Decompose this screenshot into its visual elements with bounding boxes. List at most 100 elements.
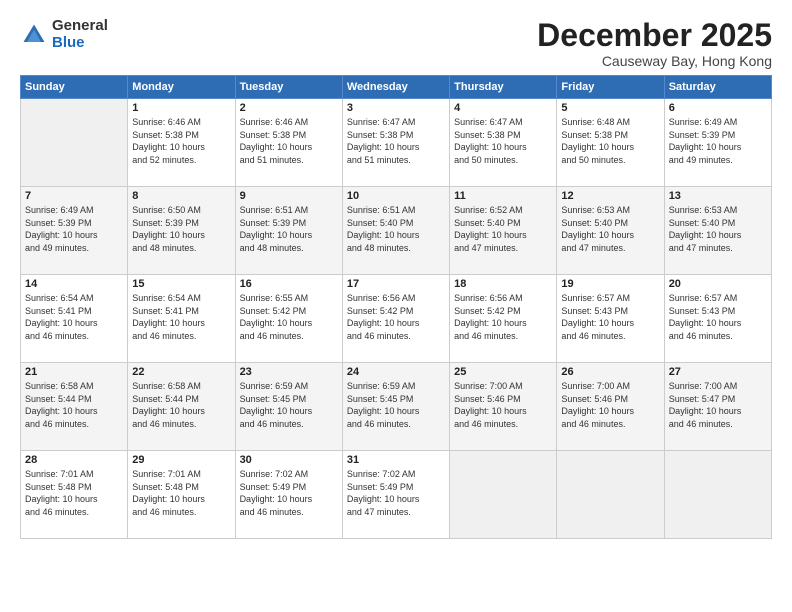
title-block: December 2025 Causeway Bay, Hong Kong [537, 18, 772, 69]
day-number: 31 [347, 454, 445, 466]
calendar-cell: 12 Sunrise: 6:53 AMSunset: 5:40 PMDayligh… [557, 187, 664, 275]
day-number: 8 [132, 190, 230, 202]
calendar-cell: 20 Sunrise: 6:57 AMSunset: 5:43 PMDayligh… [664, 275, 771, 363]
calendar-cell [450, 451, 557, 539]
calendar-cell: 19Sunrise: 6:57 AMSunset: 5:43 PMDayligh… [557, 275, 664, 363]
calendar-cell: 6Sunrise: 6:49 AMSunset: 5:39 PMDaylight… [664, 99, 771, 187]
day-info: Sunrise: 6:49 AMSunset: 5:39 PMDaylight:… [669, 116, 767, 166]
logo: General Blue [20, 18, 108, 51]
day-info: Sunrise: 6:49 AMSunset: 5:39 PMDaylight:… [25, 204, 123, 254]
calendar-table: SundayMondayTuesdayWednesdayThursdayFrid… [20, 75, 772, 539]
calendar-cell: 1 Sunrise: 6:46 AMSunset: 5:38 PMDaylight… [128, 99, 235, 187]
day-info: Sunrise: 7:00 AMSunset: 5:46 PMDaylight:… [561, 380, 659, 430]
day-number: 14 [25, 278, 123, 290]
day-info: Sunrise: 6:48 AMSunset: 5:38 PMDaylight:… [561, 116, 659, 166]
day-number: 4 [454, 102, 552, 114]
calendar-cell: 13Sunrise: 6:53 AMSunset: 5:40 PMDayligh… [664, 187, 771, 275]
header-day-wednesday: Wednesday [342, 76, 449, 99]
calendar-cell: 28Sunrise: 7:01 AMSunset: 5:48 PMDayligh… [21, 451, 128, 539]
day-number: 17 [347, 278, 445, 290]
logo-icon [20, 21, 48, 49]
day-number: 15 [132, 278, 230, 290]
day-info: Sunrise: 7:00 AMSunset: 5:47 PMDaylight:… [669, 380, 767, 430]
day-info: Sunrise: 6:47 AMSunset: 5:38 PMDaylight:… [454, 116, 552, 166]
day-info: Sunrise: 6:46 AMSunset: 5:38 PMDaylight:… [132, 116, 230, 166]
day-info: Sunrise: 6:59 AMSunset: 5:45 PMDaylight:… [240, 380, 338, 430]
month-title: December 2025 [537, 18, 772, 53]
calendar-cell: 26 Sunrise: 7:00 AMSunset: 5:46 PMDayligh… [557, 363, 664, 451]
header-day-sunday: Sunday [21, 76, 128, 99]
calendar-cell: 23 Sunrise: 6:59 AMSunset: 5:45 PMDayligh… [235, 363, 342, 451]
day-info: Sunrise: 6:57 AMSunset: 5:43 PMDaylight:… [669, 292, 767, 342]
calendar-cell: 25 Sunrise: 7:00 AMSunset: 5:46 PMDayligh… [450, 363, 557, 451]
day-number: 30 [240, 454, 338, 466]
day-info: Sunrise: 6:47 AMSunset: 5:38 PMDaylight:… [347, 116, 445, 166]
day-info: Sunrise: 6:56 AMSunset: 5:42 PMDaylight:… [347, 292, 445, 342]
day-info: Sunrise: 7:02 AMSunset: 5:49 PMDaylight:… [240, 468, 338, 518]
day-info: Sunrise: 6:46 AMSunset: 5:38 PMDaylight:… [240, 116, 338, 166]
day-info: Sunrise: 6:58 AMSunset: 5:44 PMDaylight:… [25, 380, 123, 430]
day-number: 21 [25, 366, 123, 378]
week-row-0: 1 Sunrise: 6:46 AMSunset: 5:38 PMDaylight… [21, 99, 772, 187]
day-number: 1 [132, 102, 230, 114]
page: General Blue December 2025 Causeway Bay,… [0, 0, 792, 612]
day-info: Sunrise: 6:55 AMSunset: 5:42 PMDaylight:… [240, 292, 338, 342]
calendar-cell: 3 Sunrise: 6:47 AMSunset: 5:38 PMDaylight… [342, 99, 449, 187]
calendar-cell [557, 451, 664, 539]
week-row-2: 14 Sunrise: 6:54 AMSunset: 5:41 PMDayligh… [21, 275, 772, 363]
calendar-cell: 15 Sunrise: 6:54 AMSunset: 5:41 PMDayligh… [128, 275, 235, 363]
calendar-cell: 24Sunrise: 6:59 AMSunset: 5:45 PMDayligh… [342, 363, 449, 451]
day-number: 5 [561, 102, 659, 114]
header-day-thursday: Thursday [450, 76, 557, 99]
day-number: 25 [454, 366, 552, 378]
day-number: 18 [454, 278, 552, 290]
day-info: Sunrise: 6:56 AMSunset: 5:42 PMDaylight:… [454, 292, 552, 342]
calendar-cell: 10 Sunrise: 6:51 AMSunset: 5:40 PMDayligh… [342, 187, 449, 275]
day-number: 3 [347, 102, 445, 114]
day-info: Sunrise: 6:50 AMSunset: 5:39 PMDaylight:… [132, 204, 230, 254]
day-number: 20 [669, 278, 767, 290]
calendar-header: SundayMondayTuesdayWednesdayThursdayFrid… [21, 76, 772, 99]
day-info: Sunrise: 7:01 AMSunset: 5:48 PMDaylight:… [132, 468, 230, 518]
day-info: Sunrise: 7:00 AMSunset: 5:46 PMDaylight:… [454, 380, 552, 430]
header-day-friday: Friday [557, 76, 664, 99]
header-day-saturday: Saturday [664, 76, 771, 99]
day-number: 23 [240, 366, 338, 378]
calendar-cell: 30 Sunrise: 7:02 AMSunset: 5:49 PMDayligh… [235, 451, 342, 539]
calendar-cell: 9Sunrise: 6:51 AMSunset: 5:39 PMDaylight… [235, 187, 342, 275]
logo-general: General [52, 18, 108, 35]
day-info: Sunrise: 6:52 AMSunset: 5:40 PMDaylight:… [454, 204, 552, 254]
day-info: Sunrise: 7:01 AMSunset: 5:48 PMDaylight:… [25, 468, 123, 518]
calendar-cell: 16Sunrise: 6:55 AMSunset: 5:42 PMDayligh… [235, 275, 342, 363]
day-number: 29 [132, 454, 230, 466]
logo-blue: Blue [52, 35, 108, 52]
day-info: Sunrise: 6:51 AMSunset: 5:39 PMDaylight:… [240, 204, 338, 254]
calendar-cell: 17 Sunrise: 6:56 AMSunset: 5:42 PMDayligh… [342, 275, 449, 363]
calendar-body: 1 Sunrise: 6:46 AMSunset: 5:38 PMDaylight… [21, 99, 772, 539]
calendar-cell: 21 Sunrise: 6:58 AMSunset: 5:44 PMDayligh… [21, 363, 128, 451]
header-day-monday: Monday [128, 76, 235, 99]
day-number: 12 [561, 190, 659, 202]
day-number: 2 [240, 102, 338, 114]
day-info: Sunrise: 6:51 AMSunset: 5:40 PMDaylight:… [347, 204, 445, 254]
day-number: 10 [347, 190, 445, 202]
day-info: Sunrise: 6:54 AMSunset: 5:41 PMDaylight:… [132, 292, 230, 342]
day-info: Sunrise: 7:02 AMSunset: 5:49 PMDaylight:… [347, 468, 445, 518]
calendar-cell: 27Sunrise: 7:00 AMSunset: 5:47 PMDayligh… [664, 363, 771, 451]
calendar-cell: 31 Sunrise: 7:02 AMSunset: 5:49 PMDayligh… [342, 451, 449, 539]
calendar-cell: 2 Sunrise: 6:46 AMSunset: 5:38 PMDaylight… [235, 99, 342, 187]
calendar-cell [664, 451, 771, 539]
day-number: 19 [561, 278, 659, 290]
day-number: 7 [25, 190, 123, 202]
calendar-cell: 7 Sunrise: 6:49 AMSunset: 5:39 PMDaylight… [21, 187, 128, 275]
calendar-cell [21, 99, 128, 187]
calendar-cell: 5 Sunrise: 6:48 AMSunset: 5:38 PMDaylight… [557, 99, 664, 187]
day-number: 26 [561, 366, 659, 378]
week-row-4: 28Sunrise: 7:01 AMSunset: 5:48 PMDayligh… [21, 451, 772, 539]
location: Causeway Bay, Hong Kong [537, 53, 772, 69]
calendar-cell: 11Sunrise: 6:52 AMSunset: 5:40 PMDayligh… [450, 187, 557, 275]
calendar-cell: 18 Sunrise: 6:56 AMSunset: 5:42 PMDayligh… [450, 275, 557, 363]
day-info: Sunrise: 6:53 AMSunset: 5:40 PMDaylight:… [561, 204, 659, 254]
day-info: Sunrise: 6:54 AMSunset: 5:41 PMDaylight:… [25, 292, 123, 342]
day-info: Sunrise: 6:53 AMSunset: 5:40 PMDaylight:… [669, 204, 767, 254]
